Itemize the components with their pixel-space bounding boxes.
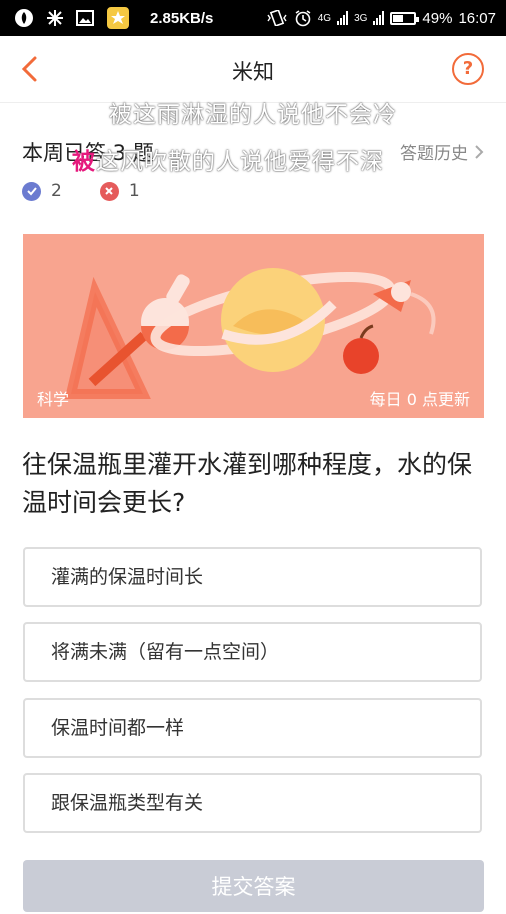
answer-stats: 2 1 <box>22 181 140 201</box>
overlay-lyric-line-1: 被这雨淋湿的人说他不会冷 <box>109 102 397 128</box>
nav-bar: 米知 ? <box>0 36 506 103</box>
star-app-icon <box>106 6 130 30</box>
option-3[interactable]: 保温时间都一样 <box>23 698 482 758</box>
signal-icon <box>337 11 349 25</box>
chevron-right-icon <box>475 144 484 159</box>
correct-count: 2 <box>51 181 62 201</box>
option-2[interactable]: 将满未满（留有一点空间） <box>23 622 482 682</box>
clock: 16:07 <box>458 9 496 27</box>
page-title: 米知 <box>232 60 274 84</box>
update-note: 每日 0 点更新 <box>369 390 470 409</box>
question-text: 往保温瓶里灌开水灌到哪种程度，水的保温时间会更长? <box>22 450 473 517</box>
signal-icon-2 <box>373 11 385 25</box>
net-speed: 2.85KB/s <box>150 9 214 27</box>
network-type-1: 4G <box>317 12 332 24</box>
cross-icon <box>99 181 119 201</box>
battery-percent: 49% <box>422 9 453 27</box>
submit-button[interactable]: 提交答案 <box>23 860 484 912</box>
alarm-icon <box>294 9 312 27</box>
sparkle-icon <box>46 9 64 27</box>
option-1[interactable]: 灌满的保温时间长 <box>23 547 482 607</box>
battery-icon <box>390 11 420 25</box>
overlay-highlight: 被 <box>72 149 96 175</box>
status-bar: 2.85KB/s 4G 3G 49% 16:07 <box>0 0 506 36</box>
question-mark-icon: ? <box>462 58 474 79</box>
option-4[interactable]: 跟保温瓶类型有关 <box>23 773 482 833</box>
wrong-count: 1 <box>128 181 140 201</box>
answer-history-link[interactable]: 答题历史 <box>400 139 484 164</box>
check-icon <box>22 181 41 201</box>
category-banner[interactable]: 科学 每日 0 点更新 <box>23 234 484 418</box>
app-notification-icon <box>14 8 34 28</box>
battery-fill <box>393 14 404 22</box>
overlay-rest: 这风吹散的人说他爱得不深 <box>96 149 384 175</box>
gallery-icon <box>76 9 94 27</box>
vibrate-icon <box>266 10 288 26</box>
network-type-2: 3G <box>354 12 368 24</box>
answer-history-label: 答题历史 <box>400 144 468 164</box>
category-tag: 科学 <box>37 390 70 409</box>
overlay-lyric-line-2: 被这风吹散的人说他爱得不深 <box>72 142 384 176</box>
help-button[interactable]: ? <box>452 53 484 85</box>
